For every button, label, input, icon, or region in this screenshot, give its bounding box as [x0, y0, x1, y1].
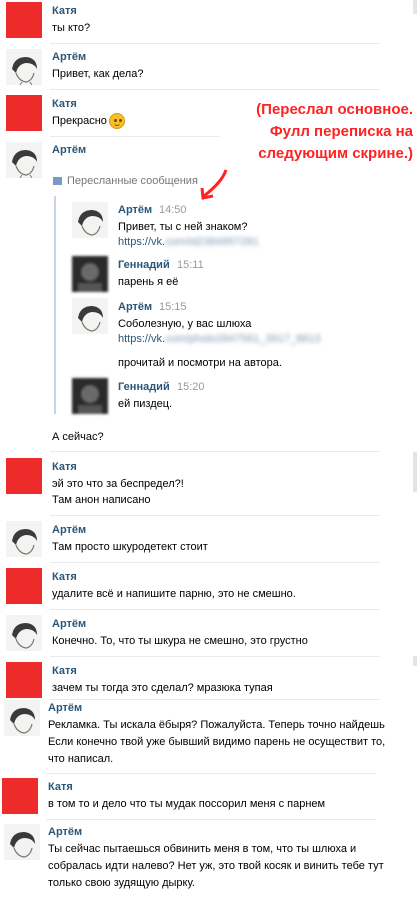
author-name[interactable]: Катя — [48, 781, 73, 793]
forwarded-text: парень я её — [118, 276, 179, 288]
message-text: зачем ты тогда это сделал? мразюка тупая — [52, 682, 273, 694]
annotation-note: (Переслал основное. Фулл переписка на сл… — [256, 101, 413, 162]
message-text: эй это что за беспредел?! — [52, 478, 184, 490]
avatar-artyom[interactable] — [6, 615, 42, 651]
forwarded-author-name[interactable]: Артём — [118, 204, 152, 216]
forwarded-text: Привет, ты с ней знаком? — [118, 221, 248, 233]
annotation-arrow-icon — [200, 169, 228, 200]
message-text: Конечно. То, что ты шкура не смешно, это… — [52, 635, 308, 647]
author-name[interactable]: Катя — [52, 5, 77, 17]
message-text: ты кто? — [52, 22, 91, 34]
avatar-sketch-icon — [10, 708, 35, 734]
message-separator — [50, 89, 380, 90]
forwarded-text: прочитай и посмотри на автора. — [118, 357, 282, 369]
message-text: Привет, как дела? — [52, 68, 144, 80]
forwarded-avatar-gennadiy[interactable] — [72, 256, 108, 292]
forwarded-time[interactable]: 15:11 — [177, 259, 204, 271]
forwarded-avatar-gennadiy[interactable] — [72, 378, 108, 414]
avatar-sketch-icon — [12, 529, 37, 555]
author-name[interactable]: Катя — [52, 571, 77, 583]
author-name[interactable]: Катя — [52, 98, 77, 110]
forwarded-link[interactable]: https://vk.com/photo2847561_3917_8813 — [118, 333, 320, 345]
author-name[interactable]: Катя — [52, 665, 77, 677]
avatar-photo-icon — [72, 378, 108, 414]
message-separator — [50, 609, 380, 610]
forwarded-author-name[interactable]: Геннадий — [118, 381, 170, 393]
forward-quote-bar — [54, 196, 56, 414]
forwarded-author-name[interactable]: Геннадий — [118, 259, 170, 271]
message-separator — [50, 562, 380, 563]
forwarded-time[interactable]: 14:50 — [159, 204, 187, 216]
forwarded-messages-label[interactable]: Пересланные сообщения — [67, 175, 198, 187]
message-separator — [46, 773, 376, 774]
message-separator — [50, 451, 380, 452]
scrollbar-track[interactable] — [413, 452, 417, 492]
author-name[interactable]: Артём — [48, 702, 82, 714]
forwarded-avatar-artyom[interactable] — [72, 202, 108, 238]
avatar-artyom[interactable] — [4, 824, 40, 860]
message-text: Прекрасно — [52, 115, 107, 127]
message-separator — [46, 819, 376, 820]
avatar-katya[interactable] — [6, 458, 42, 494]
avatar-artyom[interactable] — [4, 700, 40, 736]
message-text: что написал. — [48, 753, 114, 765]
avatar-sketch-icon — [78, 306, 103, 332]
author-name[interactable]: Артём — [52, 524, 86, 536]
avatar-katya[interactable] — [2, 778, 38, 814]
forward-icon — [53, 177, 62, 185]
message-text: А сейчас? — [52, 431, 104, 443]
forwarded-text: Соболезную, у вас шлюха — [118, 318, 252, 330]
forwarded-time[interactable]: 15:15 — [159, 301, 187, 313]
avatar-artyom[interactable] — [6, 142, 42, 178]
avatar-sketch-icon — [12, 57, 37, 85]
message-separator — [50, 515, 380, 516]
forwarded-avatar-artyom[interactable] — [72, 298, 108, 334]
avatar-artyom[interactable] — [6, 521, 42, 557]
author-name[interactable]: Артём — [48, 826, 82, 838]
avatar-artyom[interactable] — [6, 49, 42, 85]
avatar-sketch-icon — [10, 832, 35, 858]
avatar-sketch-icon — [12, 150, 37, 178]
avatar-katya[interactable] — [6, 2, 42, 38]
message-separator — [50, 656, 380, 657]
author-name[interactable]: Катя — [52, 461, 77, 473]
message-text: Там анон написано — [52, 494, 151, 506]
message-text: только свою зудящую дырку. — [48, 877, 195, 889]
forwarded-time[interactable]: 15:20 — [177, 381, 205, 393]
avatar-photo-icon — [72, 256, 108, 292]
message-text: Если конечно твой уже бывший видимо паре… — [48, 736, 386, 748]
message-text: в том то и дело что ты мудак поссорил ме… — [48, 798, 326, 810]
forwarded-link[interactable]: https://vk.com/id2384957281 — [118, 236, 259, 248]
message-separator — [50, 43, 380, 44]
message-text: собралась идти налево? Нет уж, это твой … — [48, 860, 384, 872]
scrollbar-track[interactable] — [413, 656, 417, 666]
author-name[interactable]: Артём — [52, 51, 86, 63]
avatar-katya[interactable] — [6, 95, 42, 131]
avatar-katya[interactable] — [6, 568, 42, 604]
avatar-sketch-icon — [78, 210, 103, 236]
avatar-katya[interactable] — [6, 662, 42, 698]
message-text: Рекламка. Ты искала ёбыря? Пожалуйста. Т… — [48, 719, 385, 731]
message-text: удалите всё и напишите парню, это не сме… — [52, 588, 296, 600]
message-separator — [50, 136, 220, 137]
message-text: Там просто шкуродетект стоит — [52, 541, 208, 553]
scrollbar-track[interactable] — [413, 0, 417, 14]
forwarded-text: ей пиздец. — [118, 398, 173, 410]
message-text: Ты сейчас пытаешься обвинить меня в том,… — [48, 843, 357, 855]
smile-emoji-icon — [109, 113, 125, 129]
author-name[interactable]: Артём — [52, 618, 86, 630]
author-name[interactable]: Артём — [52, 144, 86, 156]
message-separator — [50, 699, 380, 700]
forwarded-author-name[interactable]: Артём — [118, 301, 152, 313]
avatar-sketch-icon — [12, 623, 37, 649]
